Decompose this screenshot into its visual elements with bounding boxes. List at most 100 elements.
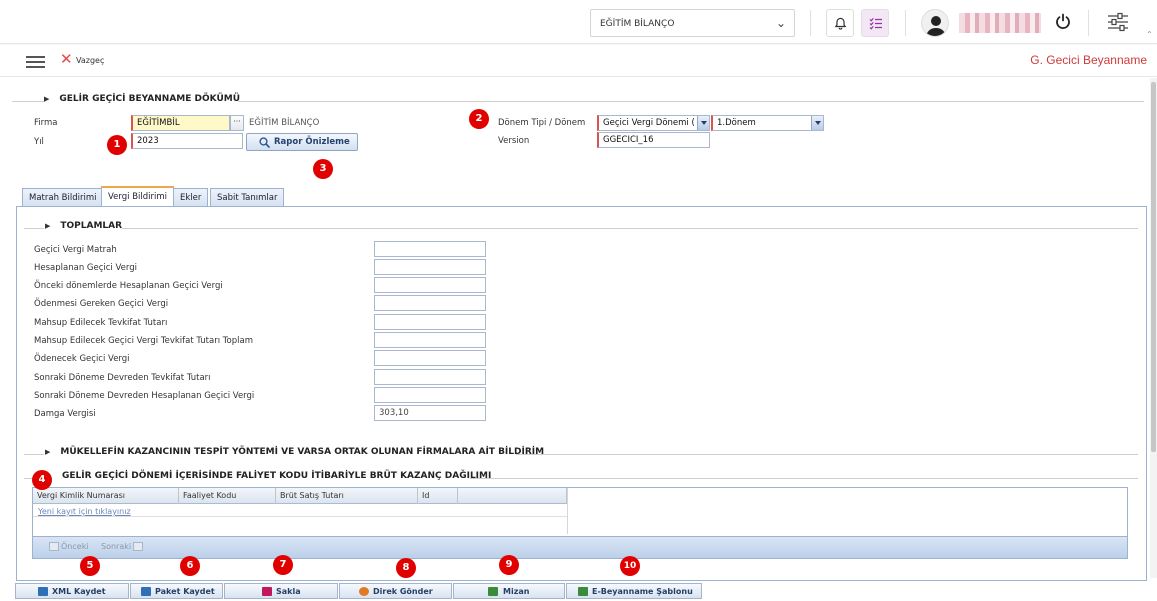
- divider: [24, 228, 44, 229]
- kazanc-tespit-section-title: MÜKELLEFİN KAZANCININ TESPİT YÖNTEMİ VE …: [60, 447, 545, 457]
- avatar[interactable]: [921, 9, 949, 37]
- company-select[interactable]: EĞİTİM BİLANÇO ⌄: [590, 9, 795, 37]
- prev-page-button[interactable]: Önceki: [47, 542, 89, 551]
- balance-icon: [488, 587, 498, 596]
- logout-button[interactable]: [1055, 13, 1071, 33]
- tasks-icon: [869, 17, 882, 30]
- total-label: Geçici Vergi Matrah: [34, 245, 117, 255]
- save-icon: [141, 587, 151, 596]
- annotation-badge: 3: [313, 159, 333, 179]
- version-label: Version: [498, 136, 530, 146]
- brut-kazanc-grid: Vergi Kimlik Numarası Faaliyet Kodu Brüt…: [32, 487, 1128, 559]
- paket-kaydet-label: Paket Kaydet: [155, 587, 215, 596]
- sakla-button[interactable]: Sakla: [224, 583, 338, 599]
- kazanc-tespit-section-header[interactable]: ▶ MÜKELLEFİN KAZANCININ TESPİT YÖNTEMİ VE…: [45, 447, 544, 457]
- firma-name: EĞİTİM BİLANÇO: [249, 118, 320, 128]
- expand-triangle-icon: ▶: [45, 222, 51, 230]
- total-value-input[interactable]: [374, 332, 486, 348]
- donem-select[interactable]: 1.Dönem: [711, 115, 824, 131]
- annotation-badge: 2: [469, 109, 489, 129]
- new-record-link[interactable]: Yeni kayıt için tıklayınız: [38, 507, 131, 516]
- total-label: Damga Vergisi: [34, 409, 96, 419]
- tab-sabit-tanimlar[interactable]: Sabit Tanımlar: [210, 188, 285, 206]
- total-label: Ödenmesi Gereken Geçici Vergi: [34, 299, 169, 309]
- divider: [1088, 10, 1089, 36]
- total-value-input[interactable]: [374, 350, 486, 366]
- chevron-down-icon: ⌄: [775, 16, 786, 30]
- mizan-label: Mizan: [503, 587, 530, 596]
- xml-kaydet-button[interactable]: XML Kaydet: [15, 583, 129, 599]
- search-icon: [259, 137, 270, 148]
- grid-column-header[interactable]: Brüt Satış Tutarı: [276, 488, 418, 504]
- annotation-badge: 6: [180, 556, 200, 576]
- yil-input[interactable]: 2023: [131, 133, 243, 149]
- total-label: Sonraki Döneme Devreden Tevkifat Tutarı: [34, 373, 211, 383]
- direk-gonder-button[interactable]: Direk Gönder: [339, 583, 452, 599]
- dropdown-arrow-icon[interactable]: [697, 116, 709, 130]
- company-select-value: EĞİTİM BİLANÇO: [600, 19, 675, 29]
- annotation-badge: 5: [80, 556, 100, 576]
- e-beyanname-sablonu-button[interactable]: E-Beyanname Şablonu: [566, 583, 702, 599]
- grid-border: [567, 488, 568, 534]
- divider: [516, 454, 1138, 455]
- version-input[interactable]: GGECICI_16: [597, 132, 710, 148]
- report-section-header[interactable]: ▶ GELİR GEÇİCİ BEYANNAME DÖKÜMÜ: [44, 94, 240, 104]
- collapse-caret-icon[interactable]: ⌃: [1146, 30, 1153, 39]
- paket-kaydet-button[interactable]: Paket Kaydet: [130, 583, 223, 599]
- tab-vergi-bildirimi[interactable]: Vergi Bildirimi: [101, 186, 174, 206]
- grid-column-header[interactable]: Faaliyet Kodu: [179, 488, 276, 504]
- brut-kazanc-section-header[interactable]: GELİR GEÇİCİ DÖNEMİ İÇERİSİNDE FALİYET K…: [62, 471, 491, 481]
- total-value-input[interactable]: [374, 314, 486, 330]
- firma-code-input[interactable]: EĞİTİMBİL: [131, 115, 230, 131]
- settings-button[interactable]: [1107, 11, 1129, 36]
- donem-value: 1.Dönem: [717, 118, 756, 128]
- close-icon: ✕: [60, 50, 73, 68]
- grid-header: Vergi Kimlik Numarası Faaliyet Kodu Brüt…: [33, 488, 567, 504]
- notifications-button[interactable]: [826, 9, 854, 37]
- expand-triangle-icon: ▶: [44, 95, 50, 103]
- total-label: Önceki dönemlerde Hesaplanan Geçici Verg…: [34, 281, 223, 291]
- tab-matrah-bildirimi[interactable]: Matrah Bildirimi: [22, 188, 104, 206]
- annotation-badge: 8: [396, 558, 416, 578]
- total-value-input[interactable]: [374, 259, 486, 275]
- top-bar: EĞİTİM BİLANÇO ⌄ ⌃: [0, 0, 1157, 44]
- dropdown-arrow-icon[interactable]: [811, 116, 823, 130]
- total-value-input[interactable]: [374, 295, 486, 311]
- user-icon: [926, 16, 946, 36]
- direk-gonder-label: Direk Gönder: [373, 587, 433, 596]
- grid-column-header[interactable]: Id: [418, 488, 458, 504]
- donem-tipi-select[interactable]: Geçici Vergi Dönemi ( N: [597, 115, 710, 131]
- tasks-button[interactable]: [861, 9, 889, 37]
- cancel-label: Vazgeç: [76, 56, 105, 65]
- total-label: Mahsup Edilecek Geçici Vergi Tevkifat Tu…: [34, 336, 253, 346]
- hamburger-menu-icon[interactable]: [26, 56, 45, 68]
- power-icon: [1056, 13, 1070, 29]
- rapor-onizleme-label: Rapor Önizleme: [274, 137, 350, 147]
- e-beyanname-sablonu-label: E-Beyanname Şablonu: [592, 587, 693, 596]
- scrollbar-thumb[interactable]: [1151, 82, 1156, 452]
- sakla-label: Sakla: [276, 587, 301, 596]
- total-value-input[interactable]: [374, 369, 486, 385]
- brut-kazanc-section-title: GELİR GEÇİCİ DÖNEMİ İÇERİSİNDE FALİYET K…: [62, 471, 492, 481]
- firma-lookup-button[interactable]: ···: [230, 115, 244, 131]
- grid-column-header[interactable]: Vergi Kimlik Numarası: [33, 488, 179, 504]
- total-value-input[interactable]: [374, 387, 486, 403]
- rapor-onizleme-button[interactable]: Rapor Önizleme: [246, 133, 358, 151]
- next-page-label: Sonraki: [101, 542, 132, 551]
- annotation-badge: 9: [499, 555, 519, 575]
- totals-section-header[interactable]: ▶ TOPLAMLAR: [45, 221, 122, 231]
- total-value-input[interactable]: 303,10: [374, 405, 486, 421]
- next-page-button[interactable]: Sonraki: [101, 542, 145, 551]
- annotation-badge: 4: [32, 470, 52, 490]
- grid-column-header: [458, 488, 567, 504]
- total-value-input[interactable]: [374, 241, 486, 257]
- mizan-button[interactable]: Mizan: [453, 583, 565, 599]
- report-section-title: GELİR GEÇİCİ BEYANNAME DÖKÜMÜ: [59, 94, 241, 104]
- totals-section-title: TOPLAMLAR: [60, 221, 123, 231]
- total-value-input[interactable]: [374, 277, 486, 293]
- grid-row-divider: [33, 516, 567, 517]
- divider: [238, 101, 1144, 102]
- template-icon: [578, 587, 588, 596]
- divider: [122, 228, 1138, 229]
- tab-ekler[interactable]: Ekler: [173, 188, 209, 206]
